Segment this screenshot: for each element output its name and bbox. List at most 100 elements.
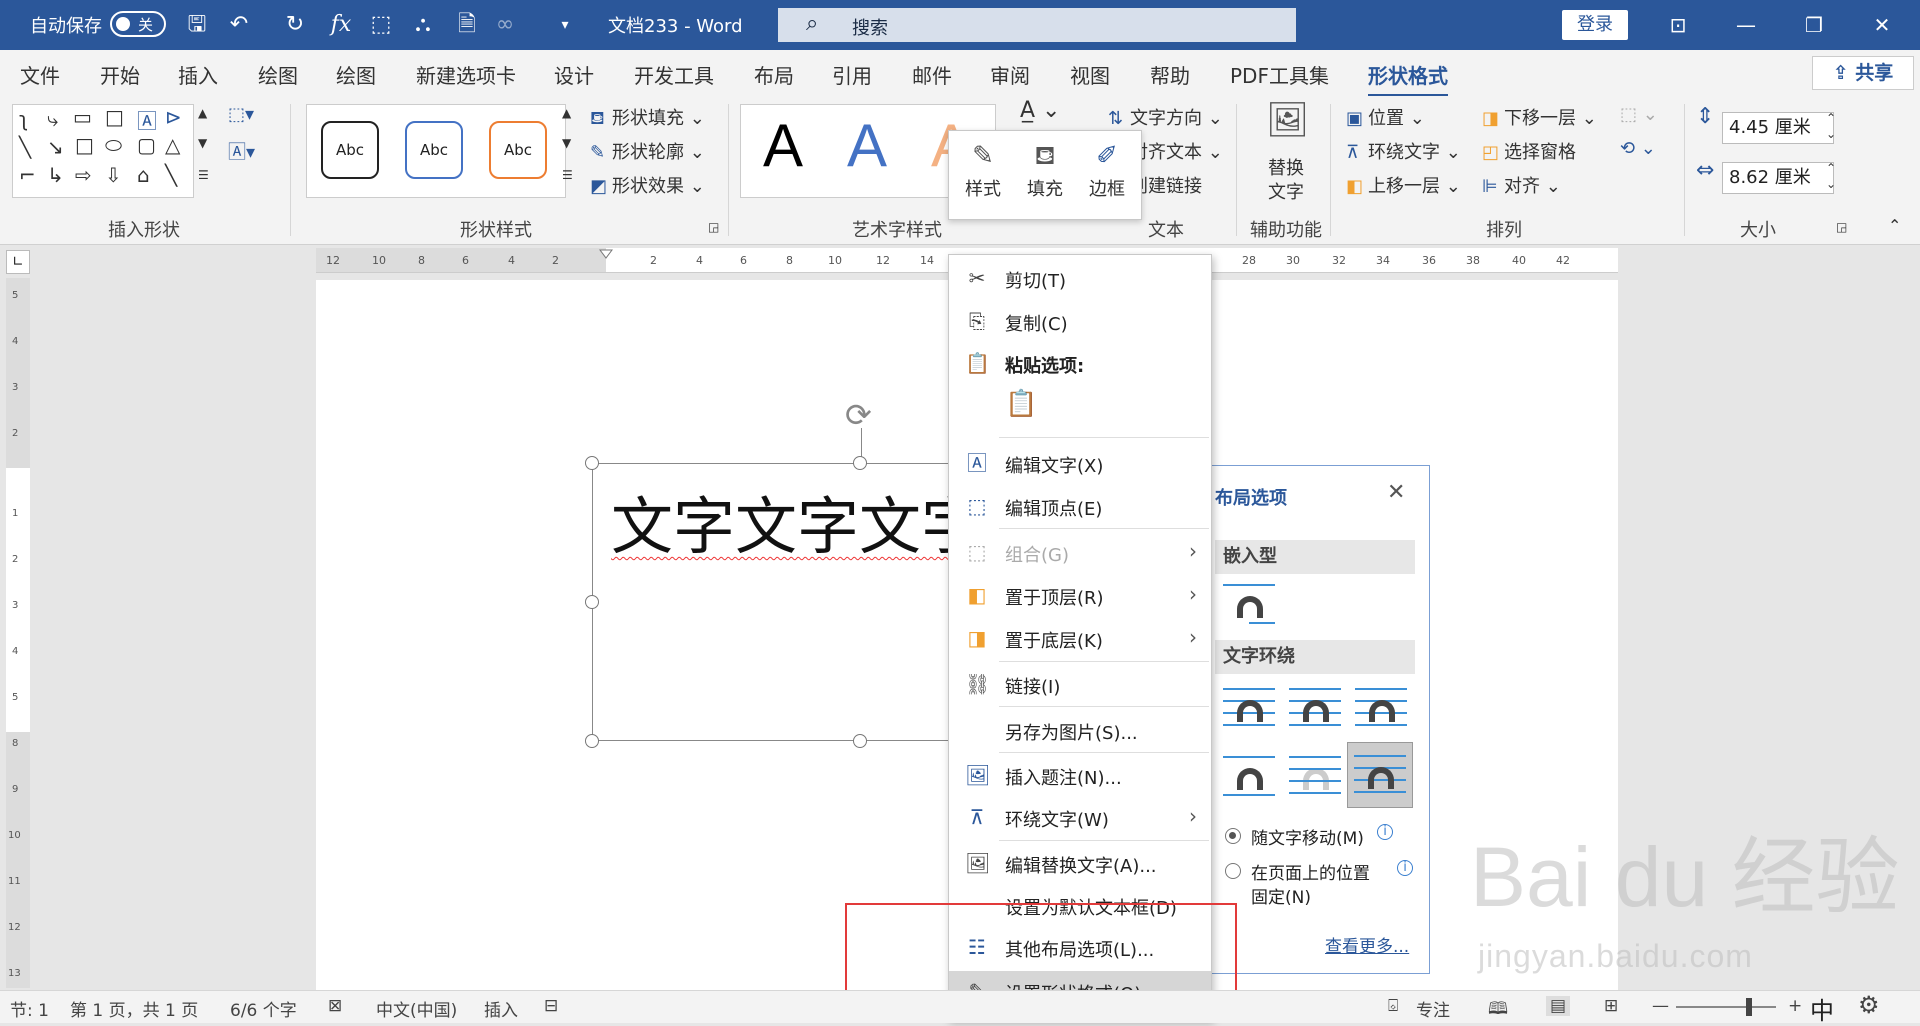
tab-insert[interactable]: 插入 xyxy=(178,60,218,89)
menu-item-wrap-text[interactable]: ⊼ 环绕文字(W) › xyxy=(949,797,1211,837)
share-button[interactable]: ⇪ 共享 xyxy=(1812,56,1914,90)
menu-item-copy[interactable]: ⎘ 复制(C) xyxy=(949,301,1211,341)
move-with-text-label[interactable]: 随文字移动(M) xyxy=(1251,824,1364,849)
diagonal-line-shape-icon[interactable]: ╲ xyxy=(165,163,177,187)
see-more-link[interactable]: 查看更多... xyxy=(1325,932,1409,957)
close-icon[interactable]: ✕ xyxy=(1862,10,1902,40)
tab-mailings[interactable]: 邮件 xyxy=(912,60,952,89)
web-layout-icon[interactable]: ⊞ xyxy=(1604,996,1618,1016)
line-shape-icon[interactable]: ╲ xyxy=(19,135,31,159)
shape-effects-button[interactable]: ◩ 形状效果 ⌄ xyxy=(590,172,705,198)
read-mode-icon[interactable]: 🕮 xyxy=(1488,996,1508,1025)
style-gallery-expand-icon[interactable]: ☰ xyxy=(562,168,573,182)
shape-gallery[interactable]: ʅ ⤷ ▭ □ 🄰 ⊳ ╲ ↘ □ ⬭ ▢ △ ⌐ ↳ ⇨ ⇩ ⌂ ╲ xyxy=(12,104,194,198)
shape-fill-button[interactable]: ⛾ 形状填充 ⌄ xyxy=(590,104,705,132)
gallery-scroll-up-icon[interactable]: ▲ xyxy=(198,106,207,120)
customize-toolbar-icon[interactable]: ▾ xyxy=(550,10,580,40)
redo-icon[interactable]: ↻ xyxy=(280,10,310,40)
macro-recording-icon[interactable]: ⊟ xyxy=(544,996,558,1016)
info-icon[interactable]: i xyxy=(1397,860,1413,876)
mini-style-button[interactable]: ✎ 样式 xyxy=(955,141,1011,201)
fix-position-radio[interactable] xyxy=(1225,863,1241,879)
tab-design[interactable]: 设计 xyxy=(554,60,594,89)
oval-shape-icon[interactable]: ⬭ xyxy=(105,133,122,157)
insert-mode[interactable]: 插入 xyxy=(484,996,518,1021)
fix-position-label-1[interactable]: 在页面上的位置 xyxy=(1251,859,1370,884)
ime-mode-indicator[interactable]: 中 xyxy=(1810,991,1834,1026)
textbox-shape-icon[interactable]: 🄰 xyxy=(137,105,157,134)
wordart-black[interactable]: A xyxy=(763,111,803,180)
shape-style-orange[interactable]: Abc xyxy=(489,121,547,179)
info-icon[interactable]: i xyxy=(1377,824,1393,840)
org-chart-icon[interactable]: ⛬ xyxy=(408,10,438,40)
tab-file[interactable]: 文件 xyxy=(20,60,60,89)
tab-draw-2[interactable]: 绘图 xyxy=(336,60,376,89)
elbow-arrow-shape-icon[interactable]: ↳ xyxy=(47,163,64,187)
menu-item-edit-text[interactable]: 🄰 编辑文字(X) xyxy=(949,443,1211,483)
tab-view[interactable]: 视图 xyxy=(1070,60,1110,89)
menu-item-edit-alt-text[interactable]: 🖼 编辑替换文字(A)... xyxy=(949,843,1211,883)
freeform-shape-icon[interactable]: ⌂ xyxy=(137,163,150,187)
wrap-text-button[interactable]: ⊼ 环绕文字 ⌄ xyxy=(1346,138,1461,164)
height-spinner-icon[interactable]: ⌃ ⌄ xyxy=(1826,110,1836,142)
style-gallery-down-icon[interactable]: ▼ xyxy=(562,136,571,150)
resize-handle-bottom-left[interactable] xyxy=(585,734,599,748)
vertical-ruler[interactable]: 5432 12345 8 9 10 11 12 13 xyxy=(6,278,30,988)
arrow-line-shape-icon[interactable]: ↘ xyxy=(47,135,64,159)
resize-handle-bottom[interactable] xyxy=(853,734,867,748)
menu-item-link[interactable]: ⛓ 链接(I) xyxy=(949,664,1211,704)
tab-review[interactable]: 审阅 xyxy=(990,60,1030,89)
width-spinner-icon[interactable]: ⌃ ⌄ xyxy=(1826,160,1836,192)
gallery-scroll-down-icon[interactable]: ▼ xyxy=(198,136,207,150)
tab-layout[interactable]: 布局 xyxy=(754,60,794,89)
menu-item-edit-points[interactable]: ⬚ 编辑顶点(E) xyxy=(949,486,1211,526)
edit-shape-icon[interactable]: ⬚▾ xyxy=(228,104,254,125)
wrap-top-bottom-icon[interactable] xyxy=(1223,756,1275,796)
style-gallery-up-icon[interactable]: ▲ xyxy=(562,106,571,120)
zoom-in-icon[interactable]: + xyxy=(1788,996,1802,1016)
bring-forward-button[interactable]: ◧ 上移一层 ⌄ xyxy=(1346,172,1461,198)
undo-icon[interactable]: ↶ xyxy=(224,10,254,40)
restore-icon[interactable]: ❐ xyxy=(1794,10,1834,40)
formula-icon[interactable]: fx xyxy=(326,10,356,40)
send-backward-button[interactable]: ◨ 下移一层 ⌄ xyxy=(1482,104,1597,130)
tab-developer[interactable]: 开发工具 xyxy=(634,60,714,89)
tab-selector-icon[interactable]: ∟ xyxy=(6,250,30,274)
text-fill-icon[interactable]: A̲ ⌄ xyxy=(1020,98,1060,123)
page-indicator[interactable]: 第 1 页，共 1 页 xyxy=(70,996,198,1021)
login-button[interactable]: 登录 xyxy=(1562,10,1628,40)
shape-width-input[interactable]: 8.62 厘米 xyxy=(1722,162,1834,194)
shape-styles-dialog-icon[interactable]: ◲ xyxy=(708,220,719,234)
gallery-expand-icon[interactable]: ☰ xyxy=(198,168,209,182)
vertical-textbox-shape-icon[interactable]: ⊳ xyxy=(165,105,182,129)
resize-handle-top[interactable] xyxy=(853,456,867,470)
word-count[interactable]: 6/6 个字 xyxy=(230,996,297,1021)
autosave-toggle[interactable]: 关 xyxy=(110,11,166,37)
shape-outline-button[interactable]: ✎ 形状轮廓 ⌄ xyxy=(590,138,705,164)
proofing-icon[interactable]: ⊠ xyxy=(328,996,342,1016)
shape-style-blue[interactable]: Abc xyxy=(405,121,463,179)
text-direction-button[interactable]: ⇅ 文字方向 ⌄ xyxy=(1108,104,1223,130)
move-with-text-radio[interactable] xyxy=(1225,828,1241,844)
save-icon[interactable]: 🖫 xyxy=(182,10,212,40)
menu-item-send-to-back[interactable]: ◨ 置于底层(K) › xyxy=(949,618,1211,658)
tab-shape-format[interactable]: 形状格式 xyxy=(1368,60,1448,97)
text-box-content[interactable]: 文字文字文字 xyxy=(611,476,983,566)
tab-help[interactable]: 帮助 xyxy=(1150,60,1190,89)
alt-text-label-2[interactable]: 文字 xyxy=(1268,178,1304,204)
menu-item-insert-caption[interactable]: 🖼 插入题注(N)... xyxy=(949,755,1211,795)
rounded-square-shape-icon[interactable]: ▢ xyxy=(137,133,156,157)
elbow-connector-shape-icon[interactable]: ⌐ xyxy=(19,163,36,187)
size-dialog-icon[interactable]: ◲ xyxy=(1836,220,1847,234)
ribbon-display-icon[interactable]: ⊡ xyxy=(1658,10,1698,40)
fix-position-label-2[interactable]: 固定(N) xyxy=(1251,883,1311,908)
menu-item-cut[interactable]: ✂ 剪切(T) xyxy=(949,258,1211,298)
focus-mode-label[interactable]: 专注 xyxy=(1416,996,1450,1021)
right-arrow-shape-icon[interactable]: ⇨ xyxy=(75,163,92,187)
tab-pdf-tools[interactable]: PDF工具集 xyxy=(1230,60,1329,89)
rounded-rect-shape-icon[interactable]: ▭ xyxy=(73,105,92,129)
resize-handle-left[interactable] xyxy=(585,595,599,609)
language-indicator[interactable]: 中文(中国) xyxy=(376,996,457,1021)
zoom-out-icon[interactable]: — xyxy=(1652,996,1669,1016)
alt-text-icon[interactable]: 🖼 xyxy=(1266,100,1309,140)
